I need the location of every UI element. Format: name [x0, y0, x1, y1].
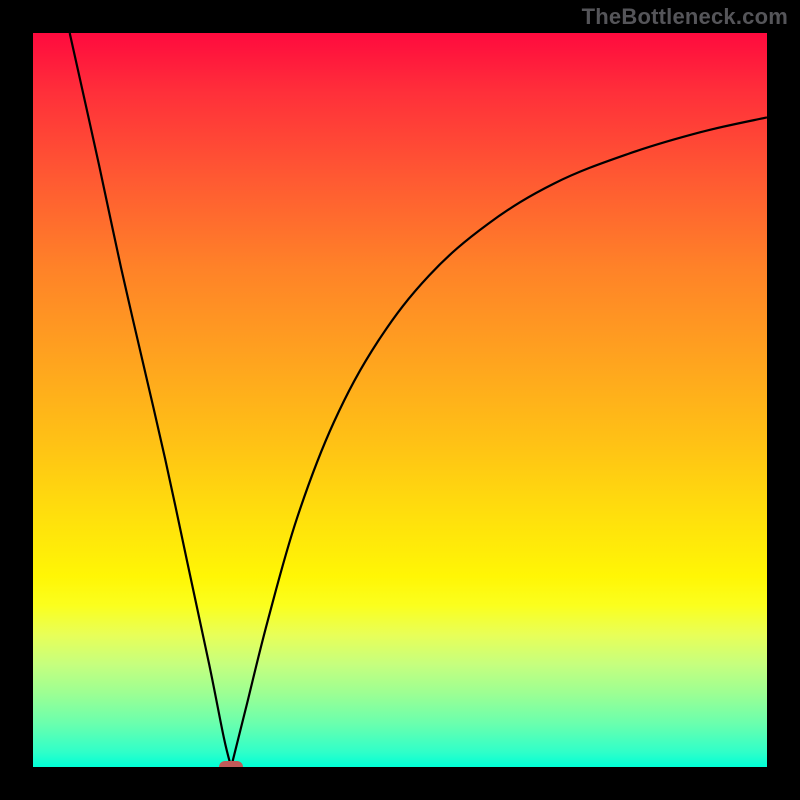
- optimal-point-marker: [219, 761, 243, 767]
- chart-frame: TheBottleneck.com: [0, 0, 800, 800]
- watermark-text: TheBottleneck.com: [582, 4, 788, 30]
- bottleneck-curve: [33, 33, 767, 767]
- plot-area: [33, 33, 767, 767]
